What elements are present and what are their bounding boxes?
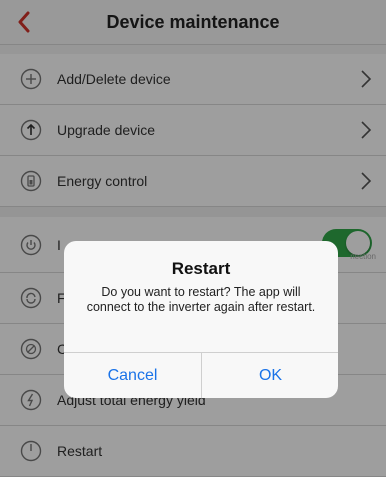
device-maintenance-screen: Device maintenance Add/Delete device Upg… <box>0 0 386 477</box>
cancel-button[interactable]: Cancel <box>64 353 201 398</box>
restart-dialog: Restart Do you want to restart? The app … <box>64 241 338 398</box>
dialog-title: Restart <box>171 259 231 278</box>
modal-backdrop[interactable] <box>0 0 386 477</box>
ok-button[interactable]: OK <box>202 353 338 398</box>
dialog-message: Do you want to restart? The app will con… <box>86 285 316 314</box>
